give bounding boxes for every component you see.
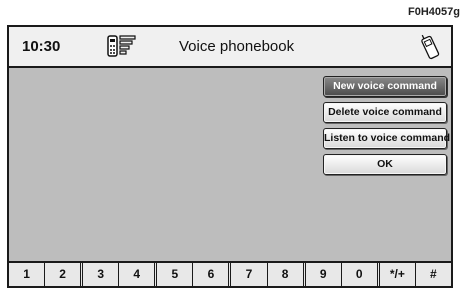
voice-command-menu: New voice command Delete voice command L… [323,76,450,180]
screen-title: Voice phonebook [179,38,295,55]
display-screen: 10:30 Voice phonebook New voice command … [7,25,453,288]
key-2[interactable]: 2 [45,263,84,286]
mobile-phone-icon [421,34,440,60]
key-0[interactable]: 0 [342,263,380,286]
new-voice-command-button[interactable]: New voice command [323,76,447,97]
listen-voice-command-button[interactable]: Listen to voice command [323,128,450,149]
key-6[interactable]: 6 [193,263,232,286]
numeric-keypad: 1 2 3 4 5 6 7 8 9 0 */+ # [9,261,451,286]
key-5[interactable]: 5 [157,263,194,286]
delete-voice-command-button[interactable]: Delete voice command [323,102,447,123]
key-7[interactable]: 7 [231,263,268,286]
key-9[interactable]: 9 [306,263,342,286]
key-star-plus[interactable]: */+ [380,263,416,286]
figure-code: F0H4057g [408,6,460,18]
header-bar: 10:30 Voice phonebook [9,27,451,68]
ok-button[interactable]: OK [323,154,447,175]
key-3[interactable]: 3 [83,263,120,286]
key-4[interactable]: 4 [119,263,158,286]
key-1[interactable]: 1 [9,263,46,286]
key-8[interactable]: 8 [268,263,306,286]
key-hash[interactable]: # [416,263,451,286]
phone-signal-icon [107,35,136,57]
clock-time: 10:30 [22,38,61,55]
